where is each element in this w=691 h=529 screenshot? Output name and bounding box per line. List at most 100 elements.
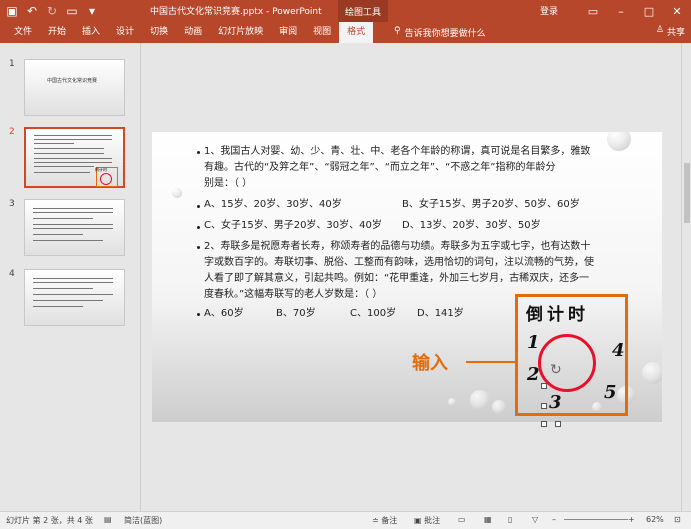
input-label: 输入: [412, 353, 448, 374]
zoom-in-button[interactable]: +: [628, 515, 635, 524]
tell-me-text: 告诉我你想要做什么: [404, 29, 486, 39]
tab-file[interactable]: 文件: [6, 22, 40, 43]
status-bar: 幻灯片 第 2 张，共 4 张 ▤ 简洁(蓝图) ≐ 备注 ▣ 批注 ▭ ▦ ▯…: [0, 511, 691, 529]
context-tab-label: 绘图工具: [338, 0, 388, 22]
q2-option-b[interactable]: B、70岁: [276, 306, 316, 322]
comments-button[interactable]: ▣ 批注: [414, 515, 440, 526]
countdown-number-2: 2: [527, 364, 540, 385]
countdown-number-4: 4: [612, 340, 625, 361]
zoom-level[interactable]: 62%: [646, 515, 664, 524]
quick-access-toolbar: ▣ ↶ ↻ ▭ ▾: [4, 2, 100, 20]
bullet: [197, 246, 200, 249]
countdown-number-3: 3: [549, 392, 562, 413]
tab-view[interactable]: 视图: [305, 22, 339, 43]
scrollbar-thumb[interactable]: [684, 163, 690, 223]
ribbon-tabs: 文件 开始 插入 设计 切换 动画 幻灯片放映 审阅 视图 格式: [6, 22, 374, 43]
tab-format[interactable]: 格式: [339, 22, 374, 43]
q1-option-b[interactable]: B、女子15岁、男子20岁、50岁、60岁: [402, 197, 580, 213]
thumbnail-number: 1: [9, 59, 15, 69]
slide-thumbnail-4[interactable]: [24, 269, 125, 326]
zoom-slider[interactable]: [564, 519, 628, 520]
undo-icon[interactable]: ↶: [24, 2, 40, 20]
question-2-line: 人看了即了解其意义，引起共鸣。例如：“花甲重逢，外加三七岁月，古稀双庆，还多一: [204, 273, 590, 284]
thumbnail-number: 4: [9, 269, 15, 279]
q1-option-a[interactable]: A、15岁、20岁、30岁、40岁: [204, 197, 342, 213]
customize-toolbar-icon[interactable]: ▾: [84, 2, 100, 20]
notes-button[interactable]: ≐ 备注: [372, 515, 397, 526]
bullet: [197, 151, 200, 154]
tell-me-box[interactable]: ⚲ 告诉我你想要做什么: [394, 26, 486, 39]
reading-view-icon[interactable]: ▯: [508, 515, 512, 524]
bullet: [197, 226, 200, 229]
question-1-line: 有趣。古代的“及笄之年”、“弱冠之年”、“而立之年”、“不惑之年”指称的年龄分: [204, 162, 556, 173]
q1-option-c[interactable]: C、女子15岁、男子20岁、30岁、40岁: [204, 218, 382, 234]
rotate-handle-icon[interactable]: ↻: [550, 362, 562, 378]
slide-thumbnail-2[interactable]: 倒计时: [24, 127, 125, 188]
theme-name: 简洁(蓝图): [124, 516, 163, 525]
redo-icon[interactable]: ↻: [44, 2, 60, 20]
save-icon[interactable]: ▣: [4, 2, 20, 20]
share-button[interactable]: ♙ 共享: [656, 25, 685, 38]
selection-handle[interactable]: [541, 421, 547, 427]
vertical-scrollbar[interactable]: [681, 43, 691, 511]
bullet: [197, 205, 200, 208]
tab-slideshow[interactable]: 幻灯片放映: [210, 22, 271, 43]
fit-to-window-icon[interactable]: ⊡: [674, 515, 681, 524]
selection-handle[interactable]: [541, 383, 547, 389]
normal-view-icon[interactable]: ▭: [458, 515, 466, 524]
bubble-decoration: [172, 188, 182, 198]
tab-insert[interactable]: 插入: [74, 22, 108, 43]
title-bar: ▣ ↶ ↻ ▭ ▾ 中国古代文化常识竞赛.pptx - PowerPoint 绘…: [0, 0, 691, 22]
tab-transitions[interactable]: 切换: [142, 22, 176, 43]
countdown-number-1: 1: [527, 332, 540, 353]
login-link[interactable]: 登录: [540, 4, 558, 17]
question-2-line: 2、寿联多是祝愿寿者长寿，称颂寿者的品德与功绩。寿联多为五字或七字，也有达数十: [204, 241, 591, 252]
thumbnail-badge: 倒计时: [95, 167, 107, 172]
leader-line: [466, 361, 515, 363]
slide-count: 幻灯片 第 2 张，共 4 张: [6, 516, 93, 525]
tab-home[interactable]: 开始: [40, 22, 74, 43]
question-1-line: 1、我国古人对婴、幼、少、青、壮、中、老各个年龄的称谓，真可说是名目繁多，雅致: [204, 146, 591, 157]
thumbnail-number: 2: [9, 127, 15, 137]
bullet: [197, 313, 200, 316]
selection-handle[interactable]: [541, 403, 547, 409]
bubble-decoration: [448, 398, 456, 406]
countdown-number-5: 5: [604, 382, 617, 403]
thumbnail-title: 中国古代文化常识竞赛: [47, 78, 98, 84]
tab-animations[interactable]: 动画: [176, 22, 210, 43]
window-title: 中国古代文化常识竞赛.pptx - PowerPoint: [150, 7, 322, 17]
selection-handle[interactable]: [555, 421, 561, 427]
tab-design[interactable]: 设计: [108, 22, 142, 43]
question-1-line: 别是：（ ）: [204, 178, 253, 189]
close-button[interactable]: ✕: [663, 0, 691, 22]
bubble-decoration: [470, 390, 490, 410]
comments-label: 批注: [424, 516, 441, 525]
slide-sorter-icon[interactable]: ▦: [484, 515, 492, 524]
q2-option-d[interactable]: D、141岁: [417, 306, 464, 322]
question-2-line: 字或数百字的。寿联切事、脱俗、工整而有韵味，选用恰切的词句，注以流畅的气势，使: [204, 257, 594, 268]
slide-thumbnail-panel[interactable]: 1 中国古代文化常识竞赛 2 倒计时 3 4: [0, 43, 141, 511]
lightbulb-icon: ⚲: [394, 26, 401, 36]
slideshow-icon[interactable]: ▽: [532, 515, 538, 524]
bubble-decoration: [492, 400, 506, 414]
ribbon: 文件 开始 插入 设计 切换 动画 幻灯片放映 审阅 视图 格式 ⚲ 告诉我你想…: [0, 22, 691, 43]
bubble-decoration: [642, 362, 662, 384]
start-presentation-icon[interactable]: ▭: [64, 2, 80, 20]
ribbon-display-options-icon[interactable]: ▭: [579, 0, 607, 22]
zoom-out-button[interactable]: –: [552, 515, 556, 524]
question-1[interactable]: 1、我国古人对婴、幼、少、青、壮、中、老各个年龄的称谓，真可说是名目繁多，雅致 …: [204, 144, 634, 192]
maximize-button[interactable]: □: [635, 0, 663, 22]
slide-thumbnail-1[interactable]: 中国古代文化常识竞赛: [24, 59, 125, 116]
notes-label: 备注: [381, 516, 398, 525]
minimize-button[interactable]: –: [607, 0, 635, 22]
q1-option-d[interactable]: D、13岁、20岁、30岁、50岁: [402, 218, 541, 234]
slide-thumbnail-3[interactable]: [24, 199, 125, 256]
q2-option-a[interactable]: A、60岁: [204, 306, 244, 322]
person-icon: ♙: [655, 25, 664, 35]
spelling-icon[interactable]: ▤: [104, 515, 112, 524]
countdown-title: 倒计时: [526, 305, 589, 325]
q2-option-c[interactable]: C、100岁: [350, 306, 396, 322]
tab-review[interactable]: 审阅: [271, 22, 305, 43]
thumbnail-number: 3: [9, 199, 15, 209]
share-label: 共享: [666, 28, 685, 38]
